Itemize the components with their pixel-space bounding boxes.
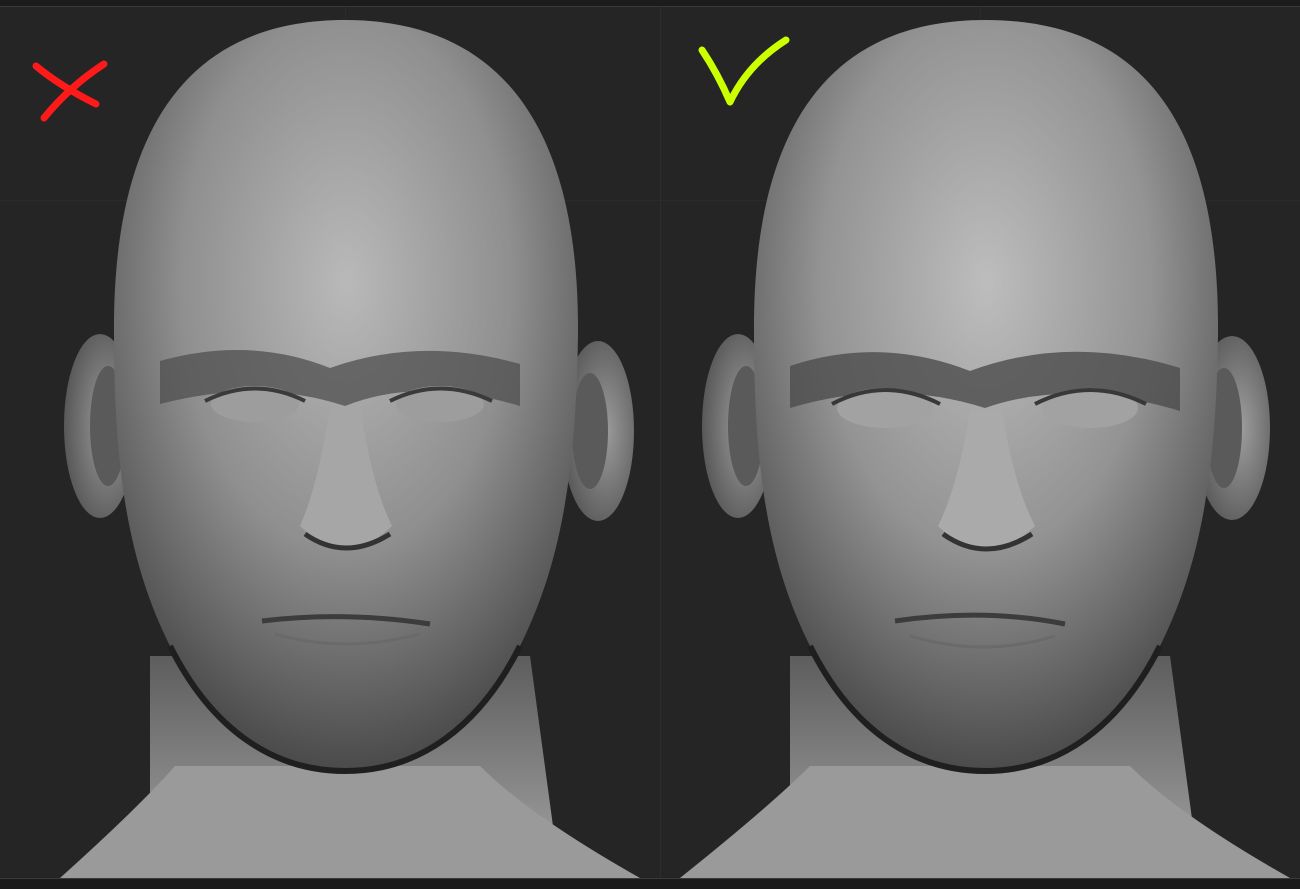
- comparison-panel-left: [0, 6, 660, 878]
- check-mark-icon: [698, 36, 790, 106]
- comparison-panel-right: [660, 6, 1300, 878]
- sculpt-head-model-left: [60, 20, 640, 878]
- viewport-canvas[interactable]: [0, 0, 1300, 889]
- cross-mark-icon: [32, 60, 108, 122]
- sculpt-head-model-right: [680, 20, 1290, 878]
- bottom-status-strip: [0, 878, 1300, 889]
